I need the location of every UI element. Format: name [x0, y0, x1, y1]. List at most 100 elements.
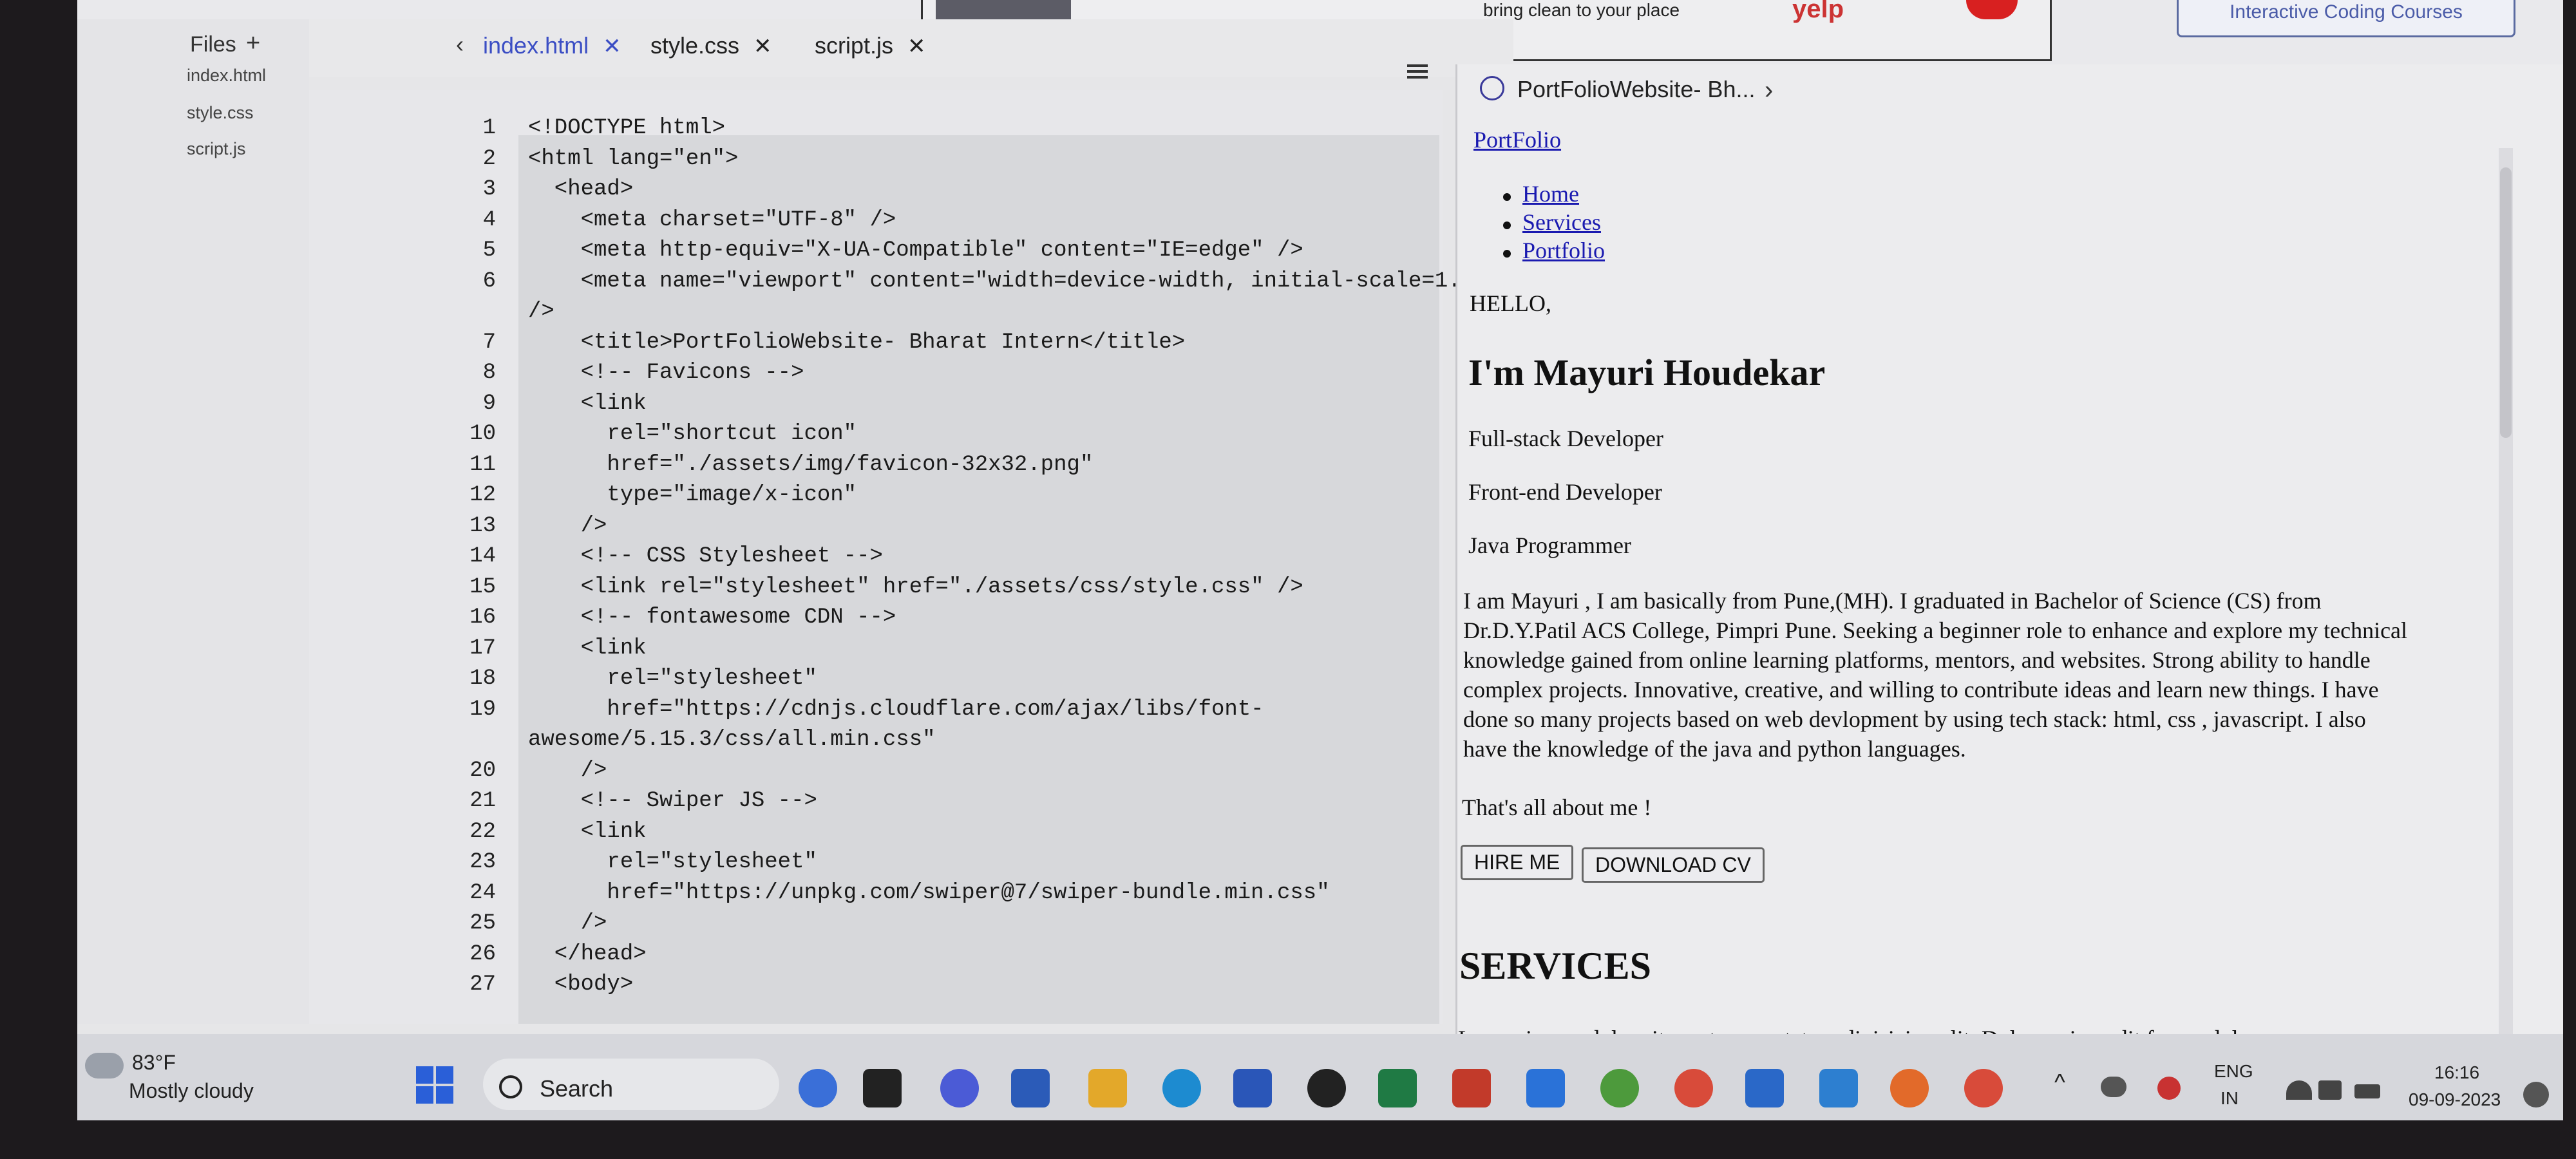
code-line[interactable]: />: [528, 911, 607, 936]
line-number: 1: [482, 116, 496, 140]
code-line[interactable]: <!-- CSS Stylesheet -->: [528, 544, 883, 569]
file-item-script[interactable]: script.js: [187, 139, 246, 159]
nav-portfolio-link[interactable]: Portfolio: [1522, 237, 1605, 264]
file-explorer-dark-icon[interactable]: [863, 1069, 902, 1107]
nav-services-link[interactable]: Services: [1522, 209, 1601, 236]
download-cv-button[interactable]: DOWNLOAD CV: [1582, 847, 1765, 883]
code-line[interactable]: />: [528, 299, 554, 324]
add-file-button[interactable]: +: [246, 30, 260, 57]
code-line[interactable]: <title>PortFolioWebsite- Bharat Intern</…: [528, 330, 1186, 355]
line-number: 24: [469, 880, 496, 905]
line-number: 7: [482, 330, 496, 355]
code-line[interactable]: />: [528, 514, 607, 538]
cloud-icon[interactable]: [85, 1053, 124, 1079]
code-line[interactable]: />: [528, 759, 607, 783]
editor-tabs: ‹ index.html ✕ style.css ✕ script.js ✕: [309, 19, 1513, 77]
volume-icon[interactable]: [2318, 1080, 2342, 1100]
search-label[interactable]: Search: [540, 1075, 613, 1102]
firefox-icon[interactable]: [1890, 1069, 1929, 1107]
about-line: complex projects. Innovative, creative, …: [1463, 677, 2379, 702]
edge-icon[interactable]: [1162, 1069, 1201, 1107]
sync-icon[interactable]: [2157, 1077, 2181, 1100]
close-icon[interactable]: ✕: [907, 34, 926, 59]
code-line[interactable]: <link: [528, 820, 647, 844]
chevron-left-icon[interactable]: ‹: [456, 31, 464, 58]
preview-title[interactable]: PortFolioWebsite- Bh...: [1517, 76, 1755, 103]
line-number: 9: [482, 391, 496, 416]
close-icon[interactable]: ✕: [753, 34, 772, 59]
folder-icon[interactable]: [1088, 1069, 1127, 1107]
bing-icon[interactable]: [799, 1069, 837, 1107]
code-line[interactable]: <link: [528, 391, 647, 416]
code-line[interactable]: href="https://cdnjs.cloudflare.com/ajax/…: [528, 697, 1264, 722]
file-item-style[interactable]: style.css: [187, 103, 254, 123]
onedrive-icon[interactable]: [2101, 1077, 2126, 1097]
code-line[interactable]: href="https://unpkg.com/swiper@7/swiper-…: [528, 881, 1329, 905]
excel-icon[interactable]: [1378, 1069, 1417, 1107]
code-line[interactable]: <link: [528, 636, 647, 661]
store-icon[interactable]: [1233, 1069, 1272, 1107]
vscode-icon[interactable]: [1819, 1069, 1858, 1107]
nav-home-link[interactable]: Home: [1522, 180, 1579, 207]
code-line[interactable]: <meta name="viewport" content="width=dev…: [528, 269, 1488, 294]
code-line[interactable]: <!-- fontawesome CDN -->: [528, 605, 896, 630]
code-line[interactable]: <link rel="stylesheet" href="./assets/cs…: [528, 575, 1303, 599]
battery-icon[interactable]: [2354, 1084, 2380, 1098]
code-line[interactable]: <!-- Favicons -->: [528, 361, 804, 385]
line-number: 20: [469, 758, 496, 783]
clock-date[interactable]: 09-09-2023: [2409, 1089, 2501, 1110]
close-icon[interactable]: ✕: [603, 34, 621, 59]
word-icon[interactable]: [1011, 1069, 1050, 1107]
file-item-index[interactable]: index.html: [187, 66, 266, 86]
app-icon[interactable]: [1600, 1069, 1639, 1107]
code-line[interactable]: rel="stylesheet": [528, 666, 817, 691]
code-line[interactable]: <meta charset="UTF-8" />: [528, 208, 896, 232]
portfolio-brand-link[interactable]: PortFolio: [1473, 126, 1561, 153]
windows-start-icon[interactable]: [416, 1066, 455, 1105]
notepad-icon[interactable]: [1745, 1069, 1784, 1107]
preview-pane: [1455, 64, 2563, 1069]
tab-style-css[interactable]: style.css ✕: [650, 32, 772, 59]
notification-icon[interactable]: [2523, 1082, 2549, 1107]
pdf-icon[interactable]: [1452, 1069, 1491, 1107]
code-line[interactable]: <meta http-equiv="X-UA-Compatible" conte…: [528, 238, 1303, 263]
scrollbar-thumb[interactable]: [2500, 167, 2512, 438]
clock-time[interactable]: 16:16: [2434, 1062, 2479, 1083]
code-line[interactable]: type="image/x-icon": [528, 483, 857, 507]
tab-label: index.html: [483, 32, 589, 59]
chrome-icon[interactable]: [1674, 1069, 1713, 1107]
tab-index-html[interactable]: index.html ✕: [483, 32, 621, 59]
code-editor[interactable]: 1 <!DOCTYPE html> 2 <html lang="en"> 3 <head…: [309, 90, 1487, 1024]
code-line[interactable]: rel="stylesheet": [528, 850, 817, 874]
chrome-profile-icon[interactable]: [1964, 1069, 2003, 1107]
taskbar-search[interactable]: [483, 1059, 779, 1110]
chevron-up-icon[interactable]: ^: [2054, 1069, 2065, 1096]
hire-me-button[interactable]: HIRE ME: [1461, 845, 1574, 880]
menu-icon[interactable]: [1407, 64, 1428, 81]
chevron-right-icon[interactable]: ›: [1765, 76, 1773, 105]
code-line[interactable]: href="./assets/img/favicon-32x32.png": [528, 453, 1093, 477]
bullet: [1503, 221, 1511, 229]
chat-icon[interactable]: [940, 1069, 979, 1107]
language-region[interactable]: IN: [2221, 1088, 2239, 1109]
files-panel: Files + index.html style.css script.js: [77, 19, 309, 1024]
role-frontend: Front-end Developer: [1468, 479, 1662, 505]
code-line[interactable]: <body>: [528, 972, 633, 997]
weather-description[interactable]: Mostly cloudy: [129, 1079, 254, 1103]
tab-script-js[interactable]: script.js ✕: [815, 32, 926, 59]
code-line[interactable]: <!DOCTYPE html>: [528, 116, 725, 140]
language-code[interactable]: ENG: [2214, 1061, 2253, 1082]
dell-icon[interactable]: [1307, 1069, 1346, 1107]
code-line[interactable]: rel="shortcut icon": [528, 422, 857, 446]
files-title: Files: [190, 32, 236, 57]
code-line[interactable]: </head>: [528, 942, 647, 966]
code-line[interactable]: <head>: [528, 177, 633, 202]
weather-temp[interactable]: 83°F: [132, 1051, 176, 1075]
todo-icon[interactable]: [1526, 1069, 1565, 1107]
ad-courses-button[interactable]: Interactive Coding Courses: [2177, 0, 2515, 37]
line-number: 15: [469, 574, 496, 599]
code-line[interactable]: <!-- Swiper JS -->: [528, 789, 817, 813]
role-java: Java Programmer: [1468, 532, 1631, 558]
code-line[interactable]: awesome/5.15.3/css/all.min.css": [528, 728, 936, 752]
code-line[interactable]: <html lang="en">: [528, 147, 738, 171]
